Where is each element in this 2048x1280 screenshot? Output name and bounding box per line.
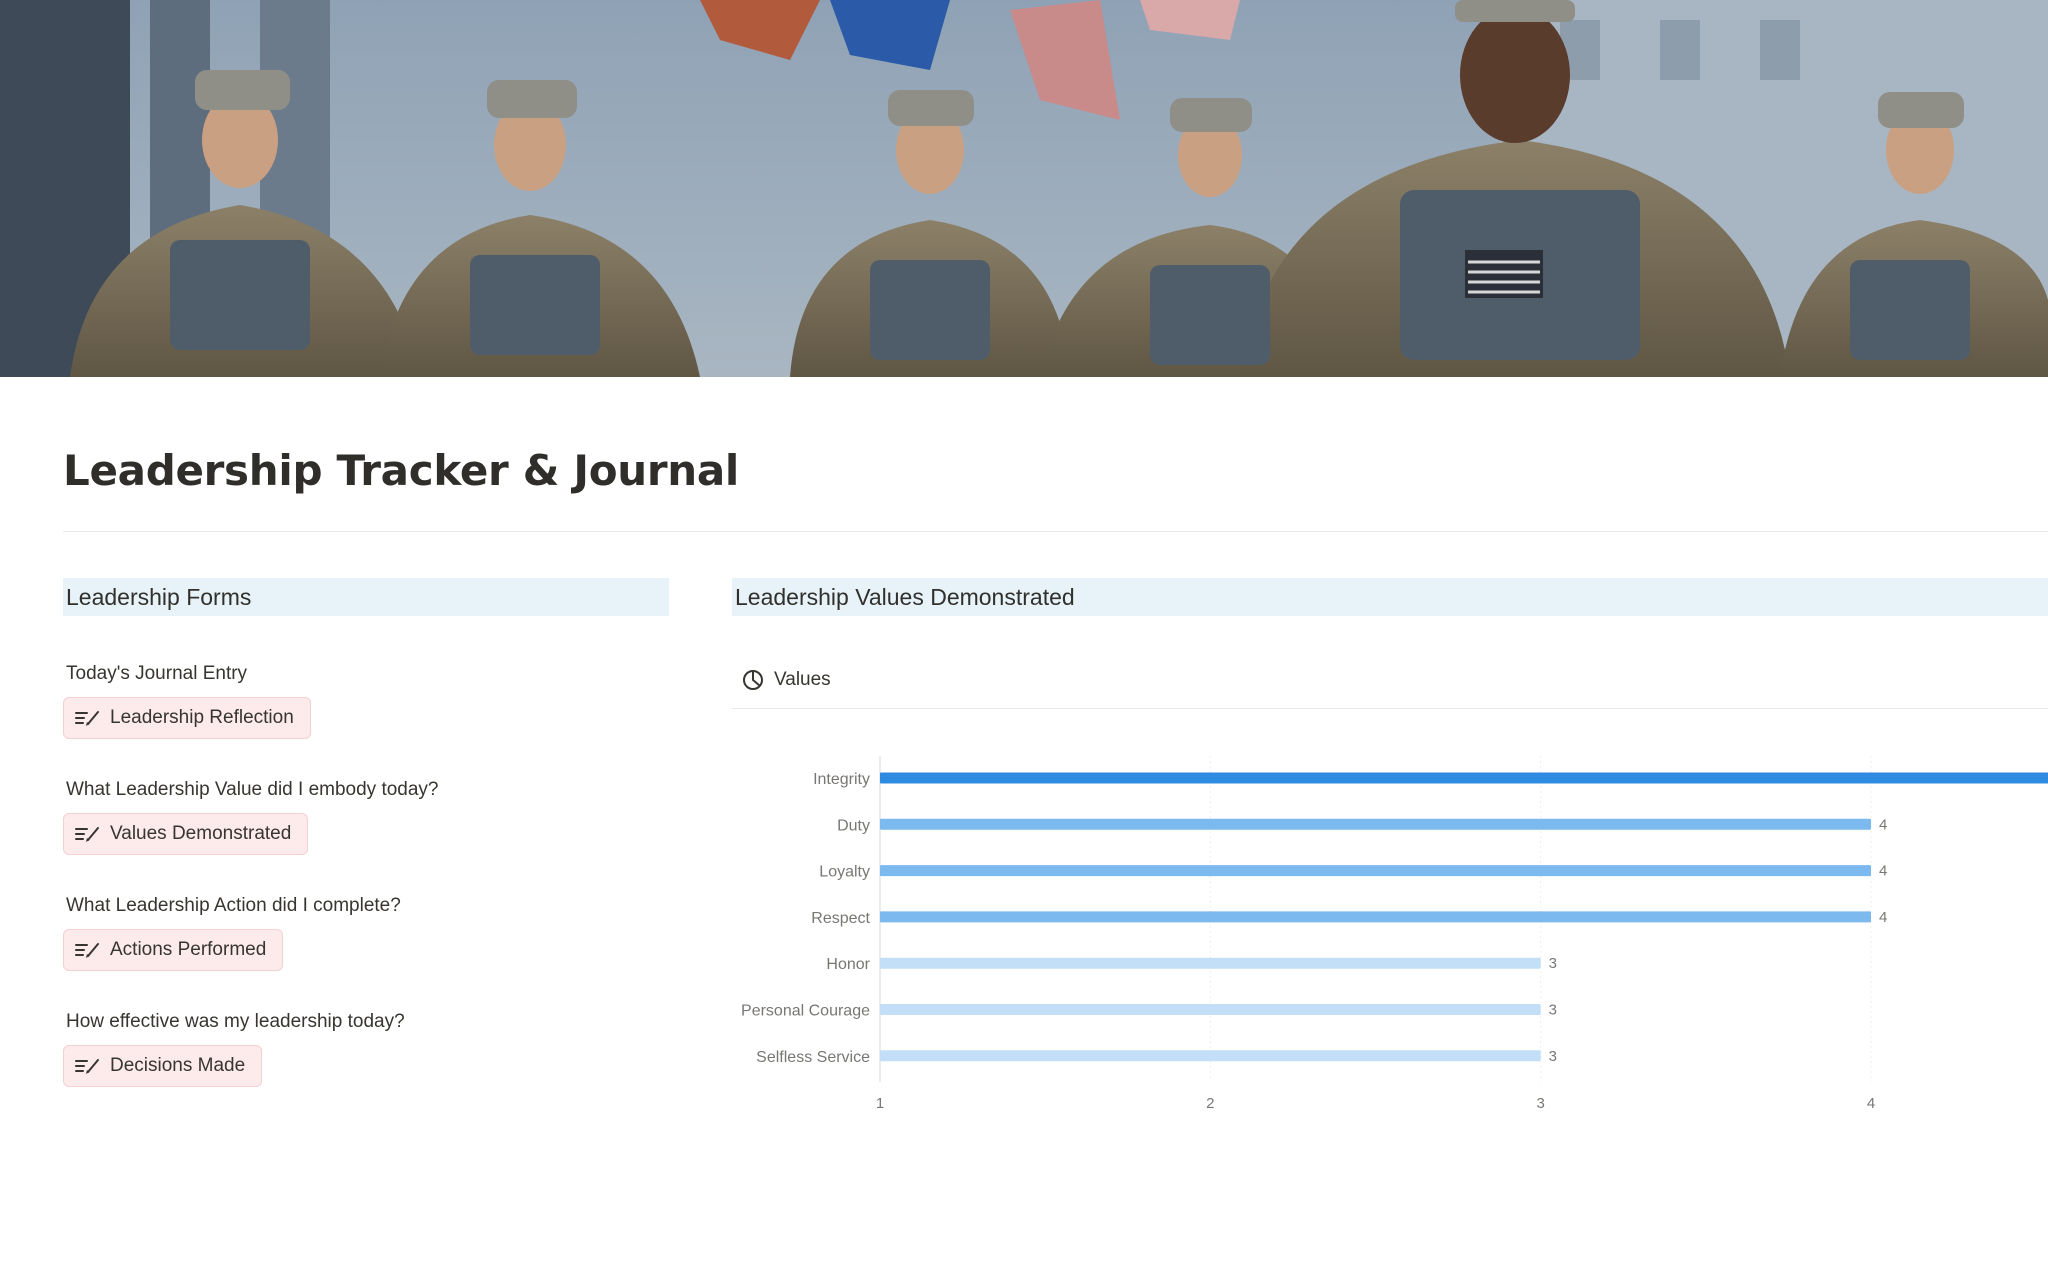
- leadership-reflection-button[interactable]: Leadership Reflection: [63, 697, 311, 739]
- values-bar-chart: Integrity Duty 4 Loyalty 4 Respect 4 Honor 3 Pers…: [741, 756, 2048, 1112]
- value-bar: [880, 772, 2048, 784]
- title-divider: [63, 531, 2048, 532]
- value-bar: [880, 957, 1541, 969]
- bar-value-label: 3: [1549, 1002, 1557, 1019]
- journal-entry-question: Today's Journal Entry: [66, 663, 248, 684]
- value-bar: [880, 911, 1871, 923]
- form-edit-icon: [75, 827, 99, 842]
- form-edit-icon: [75, 711, 99, 726]
- values-demonstrated-button[interactable]: Values Demonstrated: [63, 813, 309, 855]
- category-label: Selfless Service: [756, 1049, 870, 1066]
- category-label: Honor: [826, 956, 870, 973]
- form-edit-icon: [75, 1059, 99, 1074]
- actions-performed-button[interactable]: Actions Performed: [63, 929, 284, 971]
- value-bar: [880, 865, 1871, 877]
- value-bar: [880, 1004, 1541, 1015]
- cover-image: [0, 0, 2048, 377]
- x-tick-label: 3: [1536, 1095, 1544, 1112]
- forms-section-header: Leadership Forms: [63, 578, 669, 616]
- category-label: Personal Courage: [741, 1003, 870, 1020]
- leadership-value-question: What Leadership Value did I embody today…: [66, 779, 439, 800]
- bar-value-label: 4: [1879, 909, 1887, 926]
- category-label: Integrity: [813, 771, 870, 788]
- chart-pie-icon: [743, 670, 763, 690]
- values-chart-view-tab[interactable]: Values: [742, 669, 831, 691]
- category-label: Duty: [837, 817, 870, 834]
- bar-value-label: 3: [1549, 955, 1557, 972]
- decisions-made-label: Decisions Made: [110, 1055, 246, 1076]
- x-tick-label: 1: [876, 1095, 884, 1112]
- values-chart-view-label: Values: [774, 669, 831, 690]
- leadership-action-question: What Leadership Action did I complete?: [66, 895, 401, 916]
- x-tick-label: 2: [1206, 1095, 1214, 1112]
- category-label: Respect: [811, 910, 870, 927]
- value-bar: [880, 818, 1871, 830]
- chart-divider: [732, 708, 2048, 709]
- category-label: Loyalty: [819, 864, 870, 881]
- value-bar: [880, 1050, 1541, 1062]
- page-title: Leadership Tracker & Journal: [63, 446, 740, 495]
- leadership-effectiveness-question: How effective was my leadership today?: [66, 1011, 405, 1032]
- values-section-header: Leadership Values Demonstrated: [732, 578, 2048, 616]
- form-edit-icon: [75, 943, 99, 958]
- cover-illustration: [0, 0, 2048, 377]
- bar-value-label: 3: [1549, 1048, 1557, 1065]
- x-tick-label: 4: [1867, 1095, 1875, 1112]
- decisions-made-button[interactable]: Decisions Made: [63, 1045, 263, 1087]
- values-demonstrated-label: Values Demonstrated: [110, 823, 292, 844]
- bar-value-label: 4: [1879, 816, 1887, 833]
- actions-performed-label: Actions Performed: [110, 939, 267, 960]
- leadership-reflection-label: Leadership Reflection: [110, 707, 294, 728]
- bar-value-label: 4: [1879, 863, 1887, 880]
